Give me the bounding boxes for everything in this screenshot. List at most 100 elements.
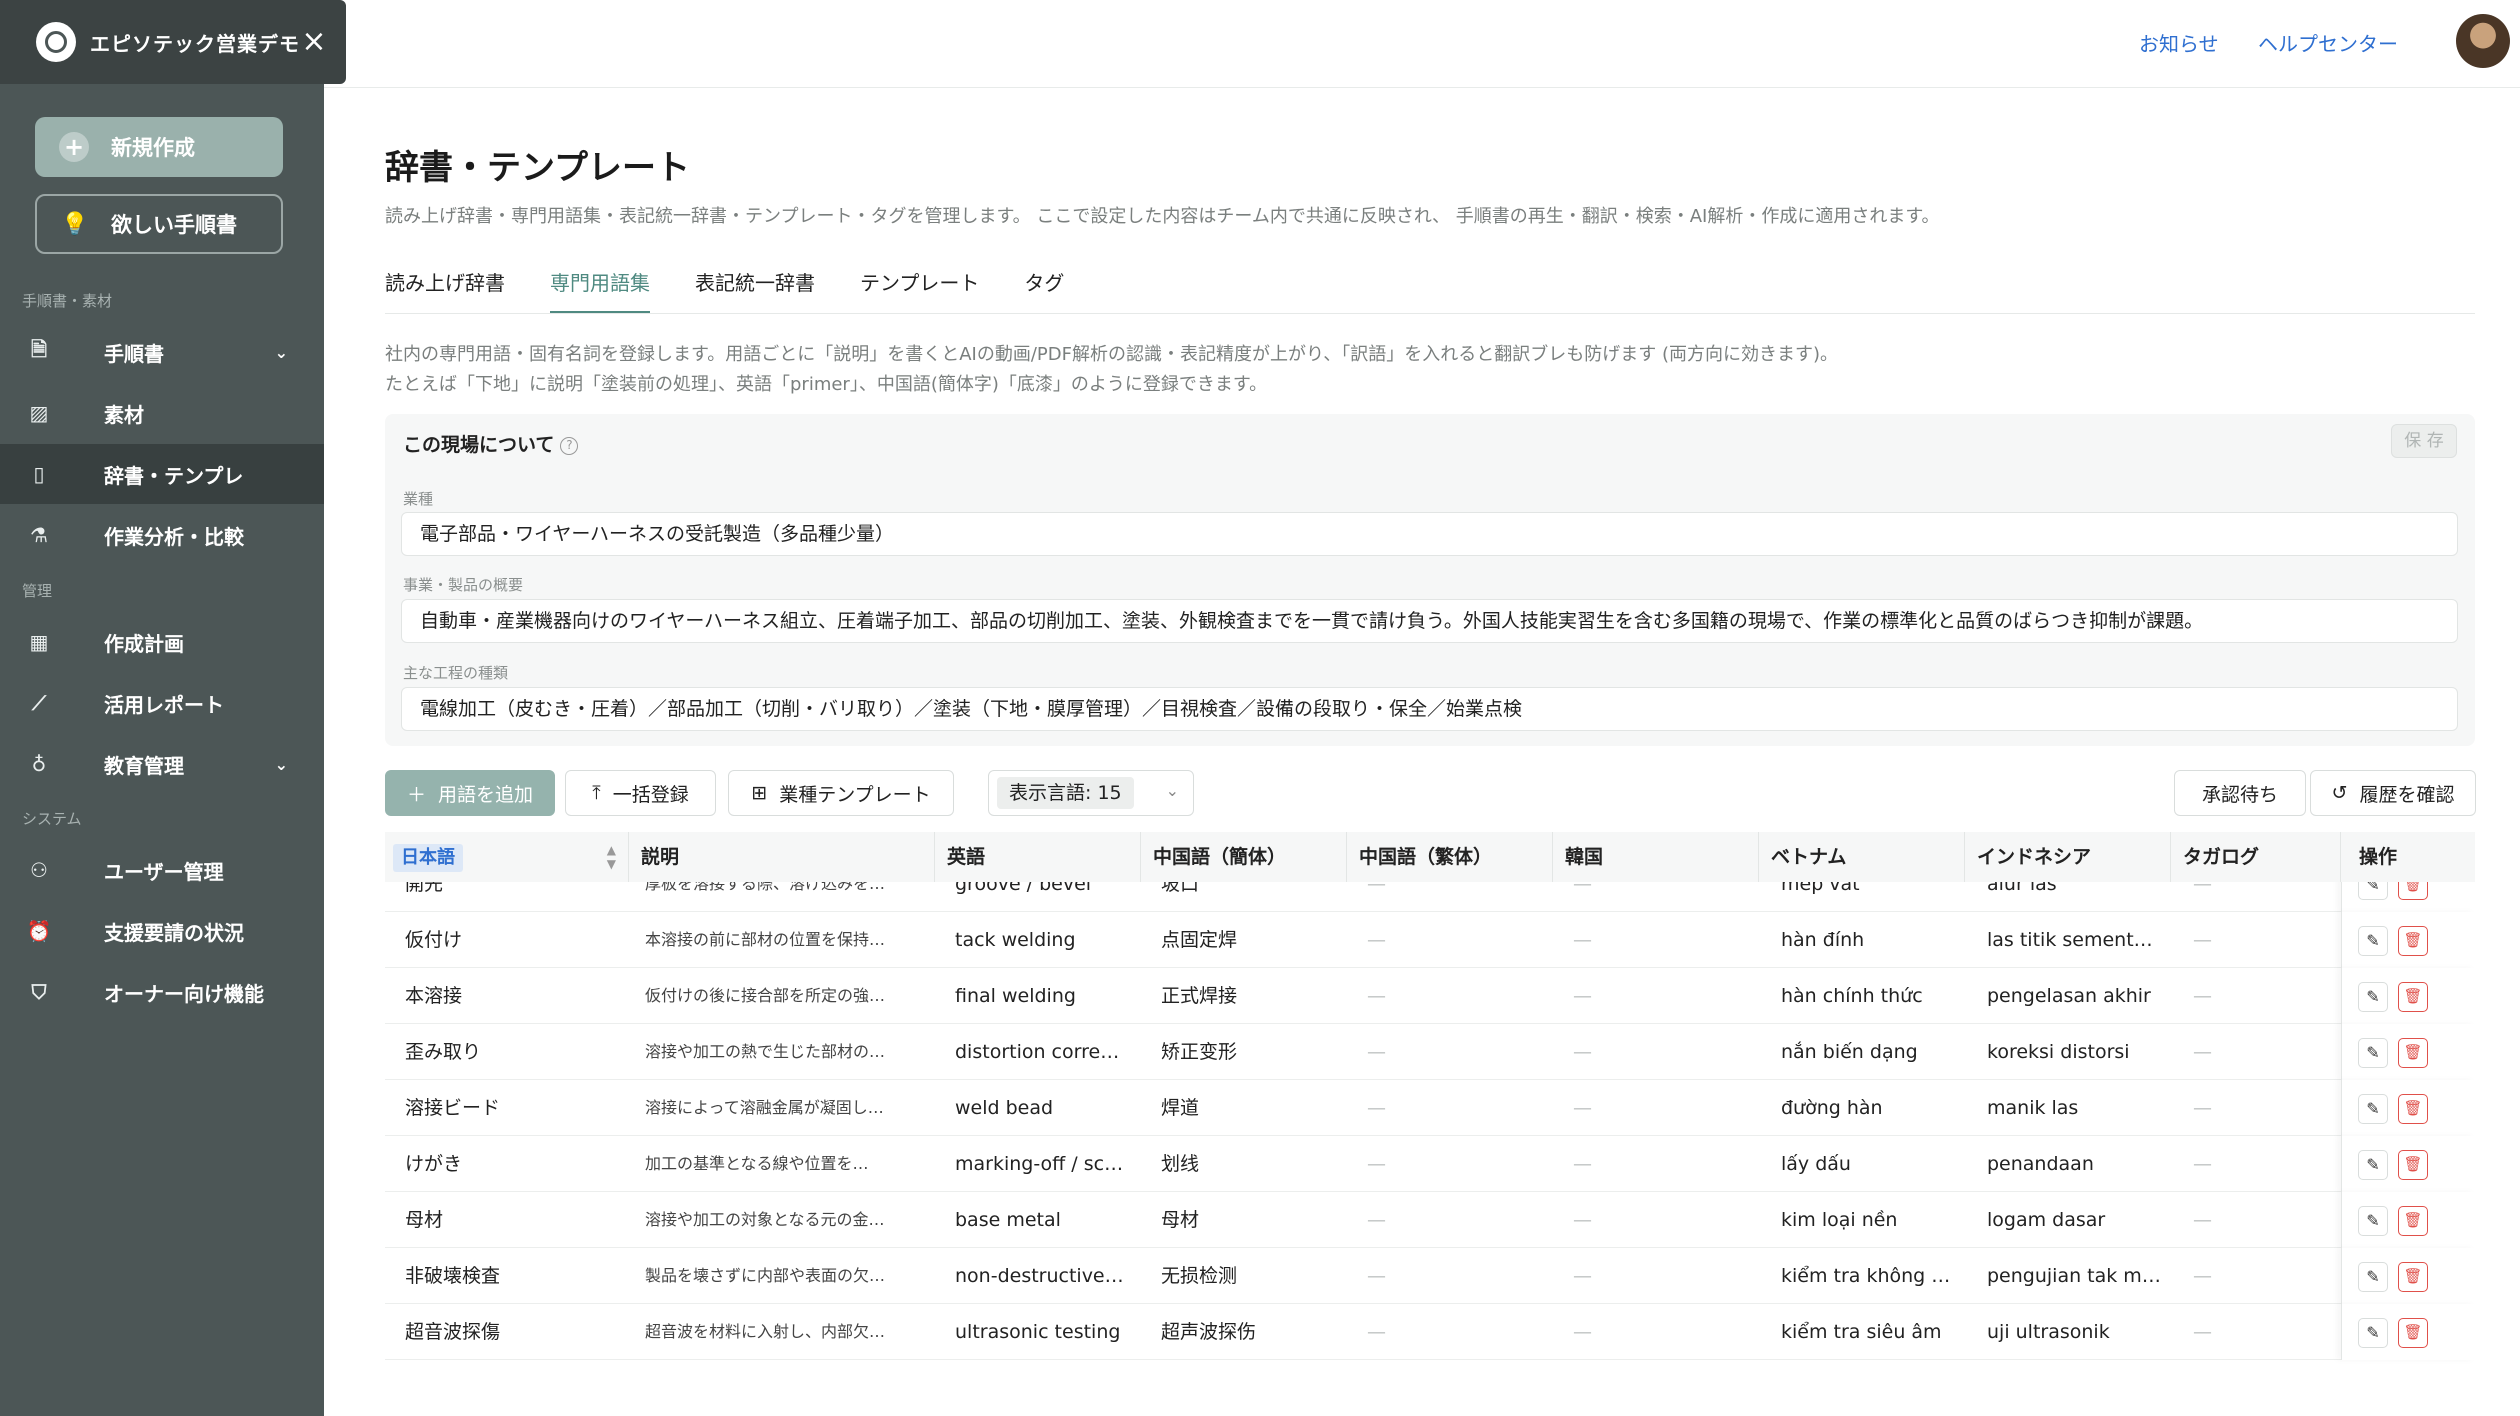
term-chinese-traditional: — [1367, 1153, 1386, 1175]
help-icon[interactable]: ? [560, 436, 579, 455]
section-label-materials: 手順書・素材 [22, 292, 113, 310]
term-description: 加工の基準となる線や位置を… [645, 1154, 869, 1173]
tab-tags[interactable]: タグ [1024, 268, 1064, 314]
table-row[interactable]: 溶接ビード 溶接によって溶融金属が凝固し… weld bead 焊道 — — đường h… [385, 1080, 2475, 1136]
column-header-description: 説明 [629, 832, 935, 882]
term-chinese-simplified: 超声波探伤 [1161, 1321, 1257, 1343]
workspace-header[interactable]: エピソテック営業デモ × [0, 0, 346, 84]
term-japanese: けがき [405, 1153, 463, 1175]
table-row[interactable]: けがき 加工の基準となる線や位置を… marking-off / sc… 划线 — — lấ… [385, 1136, 2475, 1192]
plus-icon: + [59, 132, 89, 162]
tab-templates[interactable]: テンプレート [860, 268, 979, 314]
column-header-tagalog: タガログ [2171, 832, 2341, 882]
term-english: ultrasonic testing [955, 1321, 1121, 1343]
term-chinese-simplified: 正式焊接 [1161, 985, 1238, 1007]
term-indonesian: manik las [1987, 1097, 2079, 1119]
term-chinese-traditional: — [1367, 929, 1386, 951]
logo-icon [36, 22, 76, 62]
term-chinese-traditional: — [1367, 985, 1386, 1007]
term-chinese-simplified: 矫正变形 [1161, 1041, 1238, 1063]
sidebar-item-support[interactable]: ⏰ 支援要請の状況 [0, 901, 324, 961]
industry-template-button[interactable]: ⊞ 業種テンプレート [728, 770, 954, 816]
edit-icon[interactable]: ✎ [2358, 982, 2388, 1012]
edit-icon[interactable]: ✎ [2358, 1150, 2388, 1180]
term-chinese-traditional: — [1367, 1097, 1386, 1119]
bulk-register-button[interactable]: ⤒ 一括登録 [565, 770, 716, 816]
tab-reading-dictionary[interactable]: 読み上げ辞書 [385, 268, 505, 314]
save-button[interactable]: 保 存 [2391, 424, 2457, 458]
sort-icon[interactable]: ▲ ▼ [607, 832, 616, 871]
avatar[interactable] [2456, 14, 2510, 68]
sidebar-item-label: 手順書 [104, 341, 164, 366]
tab-notation-dictionary[interactable]: 表記統一辞書 [695, 268, 815, 314]
column-header-vietnamese: ベトナム [1759, 832, 1965, 882]
sidebar-item-analysis[interactable]: ⚗ 作業分析・比較 [0, 505, 324, 565]
term-korean: — [1573, 1265, 1592, 1287]
table-row[interactable]: 母材 溶接や加工の対象となる元の金… base metal 母材 — — kim loại … [385, 1192, 2475, 1248]
table-row[interactable]: 非破壊検査 製品を壊さずに内部や表面の欠… non-destructive… 无损检测… [385, 1248, 2475, 1304]
display-language-select[interactable]: 表示言語: 15 ⌄ [988, 770, 1194, 816]
sidebar: エピソテック営業デモ × + 新規作成 💡 欲しい手順書 手順書・素材 🗎 手順… [0, 0, 346, 1416]
history-button[interactable]: ↺ 履歴を確認 [2310, 770, 2476, 816]
new-create-button[interactable]: + 新規作成 [35, 117, 283, 177]
edit-icon[interactable]: ✎ [2358, 1038, 2388, 1068]
glossary-description: 社内の専門用語・固有名詞を登録します。用語ごとに「説明」を書くとAIの動画/PD… [385, 344, 1838, 365]
table-row[interactable]: 本溶接 仮付けの後に接合部を所定の強… final welding 正式焊接 — — hàn… [385, 968, 2475, 1024]
sidebar-item-users[interactable]: ⚇ ユーザー管理 [0, 840, 324, 900]
trash-icon[interactable]: 🗑 [2398, 1094, 2428, 1124]
edit-icon[interactable]: ✎ [2358, 926, 2388, 956]
table-row[interactable]: 歪み取り 溶接や加工の熱で生じた部材の… distortion corre… 矫正变形… [385, 1024, 2475, 1080]
sidebar-item-materials[interactable]: ▨ 素材 [0, 383, 324, 443]
pending-approval-button[interactable]: 承認待ち [2174, 770, 2306, 816]
tab-glossary[interactable]: 専門用語集 [550, 268, 650, 314]
trash-icon[interactable]: 🗑 [2398, 1150, 2428, 1180]
term-korean: — [1573, 1153, 1592, 1175]
term-korean: — [1573, 985, 1592, 1007]
trash-icon[interactable]: 🗑 [2398, 982, 2428, 1012]
edit-icon[interactable]: ✎ [2358, 1318, 2388, 1348]
table-body: スポット溶接重ねた板材を電極で狭い範囲を…spot welding点焊——hàn… [385, 832, 2475, 1360]
news-link[interactable]: お知らせ [2139, 28, 2219, 57]
edit-icon[interactable]: ✎ [2358, 1262, 2388, 1292]
edit-icon[interactable]: ✎ [2358, 1206, 2388, 1236]
term-japanese: 仮付け [405, 929, 463, 951]
term-indonesian: pengelasan akhir [1987, 985, 2151, 1007]
edit-icon[interactable]: ✎ [2358, 1094, 2388, 1124]
process-field[interactable]: 電線加工（皮むき・圧着）／部品加工（切削・バリ取り）／塗装（下地・膜厚管理）／目… [401, 687, 2458, 731]
sidebar-item-dictionary[interactable]: ▯ 辞書・テンプレ [0, 444, 324, 504]
column-header-chinese-simplified: 中国語（簡体） [1141, 832, 1347, 882]
trash-icon[interactable]: 🗑 [2398, 1038, 2428, 1068]
upload-icon: ⤒ [592, 782, 601, 804]
term-japanese: 溶接ビード [405, 1097, 501, 1119]
industry-field[interactable]: 電子部品・ワイヤーハーネスの受託製造（多品種少量） [401, 512, 2458, 556]
term-english: base metal [955, 1209, 1061, 1231]
sidebar-item-manuals[interactable]: 🗎 手順書 ⌄ [0, 322, 324, 382]
request-manual-button[interactable]: 💡 欲しい手順書 [35, 194, 283, 254]
panel-title: この現場について? [403, 430, 579, 457]
sidebar-item-label: 作成計画 [104, 631, 184, 656]
term-english: non-destructive… [955, 1265, 1124, 1287]
table-row[interactable]: 超音波探傷 超音波を材料に入射し、内部欠… ultrasonic testing 超声… [385, 1304, 2475, 1360]
term-indonesian: las titik sementara [1987, 929, 2162, 951]
plus-icon: ＋ [406, 783, 426, 806]
trash-icon[interactable]: 🗑 [2398, 1262, 2428, 1292]
trash-icon[interactable]: 🗑 [2398, 1318, 2428, 1348]
page-subtitle: 読み上げ辞書・専門用語集・表記統一辞書・テンプレート・タグを管理します。 ここで… [385, 206, 1940, 227]
term-chinese-simplified: 点固定焊 [1161, 929, 1238, 951]
term-chinese-traditional: — [1367, 1321, 1386, 1343]
help-center-link[interactable]: ヘルプセンター [2258, 28, 2398, 57]
sidebar-item-education[interactable]: ♁ 教育管理 ⌄ [0, 734, 324, 794]
sidebar-item-owner[interactable]: ⛉ オーナー向け機能 [0, 962, 324, 1022]
term-english: distortion corre… [955, 1041, 1120, 1063]
sidebar-item-report[interactable]: ⟋ 活用レポート [0, 673, 324, 733]
request-manual-label: 欲しい手順書 [111, 213, 237, 237]
add-term-button[interactable]: ＋ 用語を追加 [385, 770, 555, 816]
column-header-japanese[interactable]: 日本語 ▲ ▼ [385, 832, 629, 882]
trash-icon[interactable]: 🗑 [2398, 1206, 2428, 1236]
sidebar-item-plan[interactable]: ▦ 作成計画 [0, 612, 324, 672]
term-english: weld bead [955, 1097, 1054, 1119]
trash-icon[interactable]: 🗑 [2398, 926, 2428, 956]
term-vietnamese: kiểm tra không … [1781, 1265, 1951, 1287]
overview-field[interactable]: 自動車・産業機器向けのワイヤーハーネス組立、圧着端子加工、部品の切削加工、塗装、… [401, 599, 2458, 643]
table-row[interactable]: 仮付け 本溶接の前に部材の位置を保持… tack welding 点固定焊 — — hàn … [385, 912, 2475, 968]
